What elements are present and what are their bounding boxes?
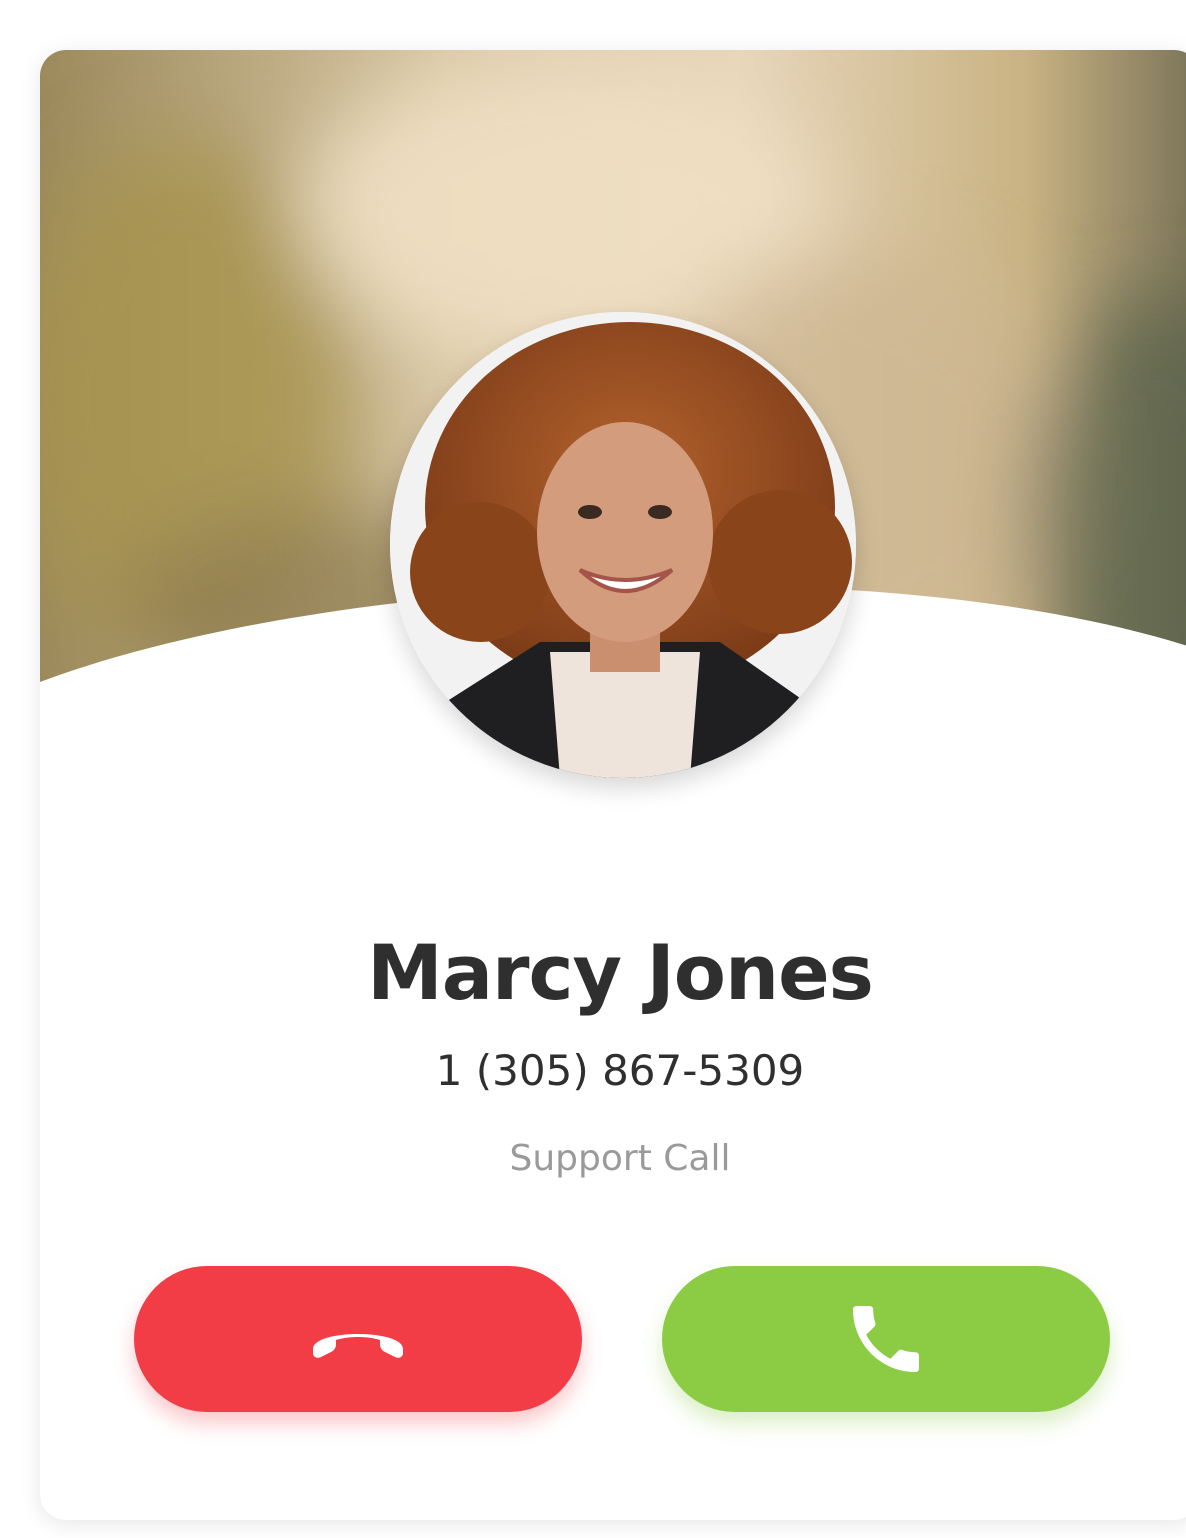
caller-phone-number: 1 (305) 867-5309 [435, 1046, 805, 1095]
phone-icon [842, 1295, 930, 1383]
hang-up-icon [305, 1319, 411, 1359]
accept-call-button[interactable] [662, 1266, 1110, 1412]
decline-call-button[interactable] [134, 1266, 582, 1412]
caller-avatar [390, 312, 856, 778]
caller-name: Marcy Jones [367, 928, 874, 1017]
call-type-label: Support Call [509, 1138, 731, 1179]
incoming-call-card: Marcy Jones 1 (305) 867-5309 Support Cal… [40, 50, 1186, 1520]
